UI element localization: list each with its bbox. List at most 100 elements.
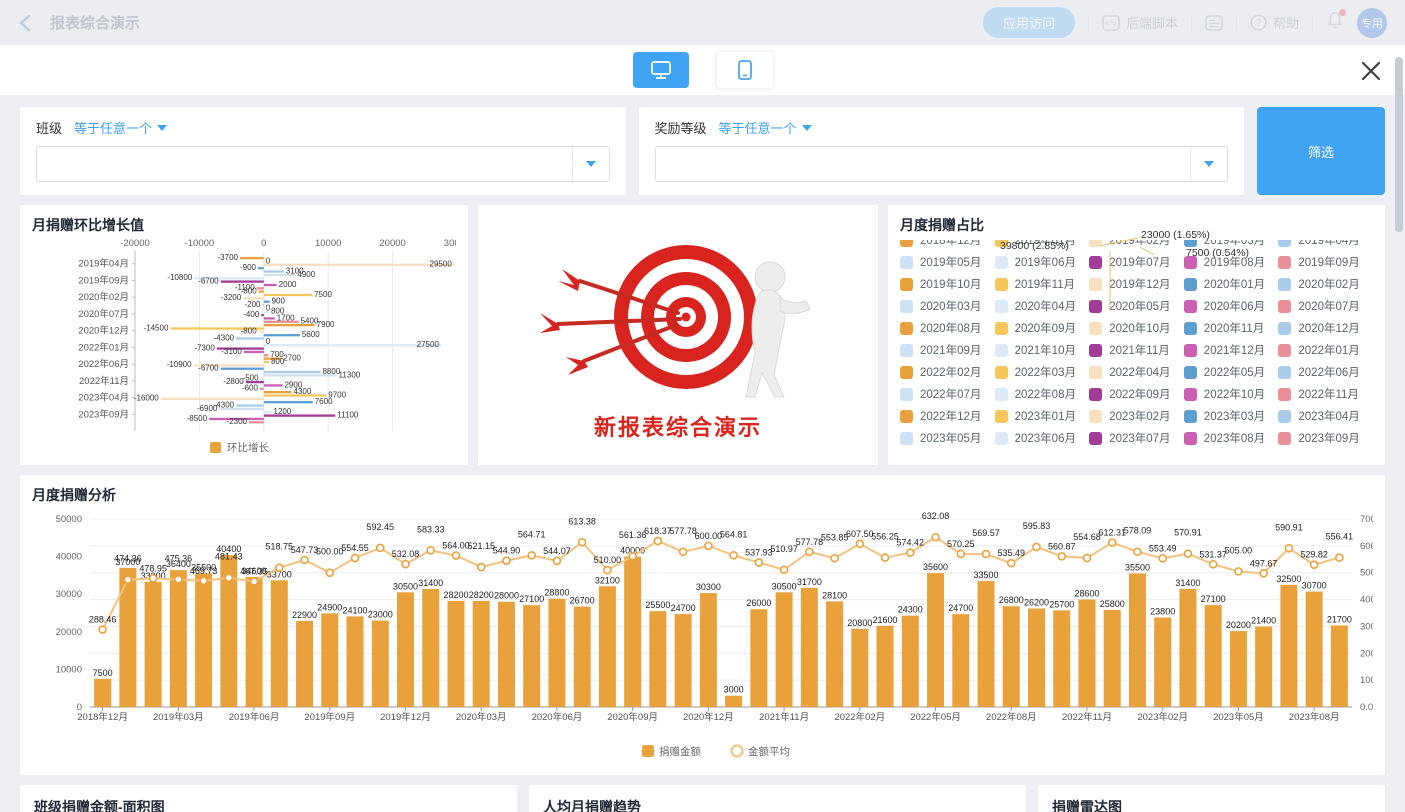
pie-legend-item[interactable]: 2019年12月 xyxy=(1089,273,1184,295)
pie-legend-item[interactable]: 2023年03月 xyxy=(1184,405,1279,427)
avg-point[interactable] xyxy=(553,557,560,564)
avg-point[interactable] xyxy=(882,554,889,561)
donation-bar[interactable] xyxy=(1129,574,1146,707)
growth-bar[interactable] xyxy=(244,351,264,353)
pie-legend-item[interactable]: 2023年02月 xyxy=(1089,405,1184,427)
avg-point[interactable] xyxy=(705,542,712,549)
class-operator-dropdown[interactable]: 等于任意一个 xyxy=(74,118,167,137)
pie-legend-item[interactable]: 2020年07月 xyxy=(1278,295,1373,317)
pie-legend-item[interactable]: 2022年10月 xyxy=(1184,383,1279,405)
avg-point[interactable] xyxy=(1134,548,1141,555)
pie-legend-item[interactable]: 2020年03月 xyxy=(900,295,995,317)
avg-point[interactable] xyxy=(352,555,359,562)
app-access-button[interactable]: 应用访问 xyxy=(983,7,1075,38)
donation-bar[interactable] xyxy=(624,557,641,707)
avg-point[interactable] xyxy=(1210,561,1217,568)
growth-bar[interactable] xyxy=(258,267,264,269)
avg-point[interactable] xyxy=(1008,560,1015,567)
avg-point[interactable] xyxy=(503,557,510,564)
pie-legend-item[interactable]: 2022年04月 xyxy=(1089,361,1184,383)
class-select[interactable] xyxy=(36,146,610,182)
pie-legend-item[interactable]: 2020年10月 xyxy=(1089,317,1184,339)
donation-bar[interactable] xyxy=(473,601,490,707)
avg-point[interactable] xyxy=(326,569,333,576)
pie-legend-item[interactable]: 2023年07月 xyxy=(1089,427,1184,449)
backend-script-button[interactable]: </> 后端脚本 xyxy=(1102,13,1178,32)
pie-legend-item[interactable]: 2019年04月 xyxy=(1278,240,1373,251)
legend-circle[interactable] xyxy=(732,746,743,757)
donation-bar[interactable] xyxy=(1331,625,1348,707)
pie-legend-item[interactable]: 2021年10月 xyxy=(995,339,1090,361)
avatar[interactable]: 专用 xyxy=(1357,8,1387,38)
growth-bar[interactable] xyxy=(264,307,265,309)
pie-legend-item[interactable]: 2022年06月 xyxy=(1278,361,1373,383)
donation-bar[interactable] xyxy=(498,602,515,707)
legend-swatch[interactable] xyxy=(642,745,654,757)
pie-legend-item[interactable]: 2022年02月 xyxy=(900,361,995,383)
avg-point[interactable] xyxy=(251,578,258,585)
avg-point[interactable] xyxy=(831,555,838,562)
avg-point[interactable] xyxy=(957,550,964,557)
pie-legend-item[interactable]: 2023年08月 xyxy=(1184,427,1279,449)
avg-point[interactable] xyxy=(1058,553,1065,560)
donation-bar[interactable] xyxy=(397,592,414,707)
growth-bar[interactable] xyxy=(264,391,292,393)
avg-point[interactable] xyxy=(755,559,762,566)
donation-bar[interactable] xyxy=(700,593,717,707)
pie-legend-item[interactable]: 2020年12月 xyxy=(1278,317,1373,339)
donation-bar[interactable] xyxy=(1028,608,1045,707)
pie-legend-item[interactable]: 2019年11月 xyxy=(995,273,1090,295)
donation-bar[interactable] xyxy=(119,568,136,707)
donation-bar[interactable] xyxy=(978,581,995,707)
donation-bar[interactable] xyxy=(1154,618,1171,707)
growth-bar[interactable] xyxy=(259,291,264,293)
pie-legend-item[interactable]: 2020年06月 xyxy=(1184,295,1279,317)
pie-legend-item[interactable]: 2019年08月 xyxy=(1184,251,1279,273)
growth-bar[interactable] xyxy=(264,321,299,323)
avg-point[interactable] xyxy=(478,564,485,571)
pie-legend-item[interactable]: 2022年08月 xyxy=(995,383,1090,405)
pie-legend-item[interactable]: 2019年05月 xyxy=(900,251,995,273)
donation-bar[interactable] xyxy=(372,621,389,707)
form-icon[interactable] xyxy=(1205,15,1223,31)
avg-point[interactable] xyxy=(1260,570,1267,577)
pie-legend-item[interactable]: 2018年12月 xyxy=(900,240,995,251)
avg-point[interactable] xyxy=(983,551,990,558)
avg-point[interactable] xyxy=(276,564,283,571)
legend-swatch[interactable] xyxy=(210,442,221,453)
avg-point[interactable] xyxy=(604,567,611,574)
avg-point[interactable] xyxy=(1235,568,1242,575)
pie-legend-item[interactable]: 2023年01月 xyxy=(995,405,1090,427)
avg-point[interactable] xyxy=(1109,539,1116,546)
donation-bar[interactable] xyxy=(1053,610,1070,707)
avg-point[interactable] xyxy=(402,561,409,568)
pie-legend-item[interactable]: 2022年03月 xyxy=(995,361,1090,383)
pie-legend-item[interactable]: 2022年05月 xyxy=(1184,361,1279,383)
growth-bar[interactable] xyxy=(221,368,264,370)
avg-point[interactable] xyxy=(200,577,207,584)
donation-bar[interactable] xyxy=(1179,589,1196,707)
close-icon[interactable] xyxy=(1361,61,1381,81)
donation-bar[interactable] xyxy=(750,609,767,707)
growth-bar[interactable] xyxy=(259,331,264,333)
donation-bar[interactable] xyxy=(902,616,919,707)
donation-bar[interactable] xyxy=(296,621,313,707)
avg-point[interactable] xyxy=(629,553,636,560)
donation-bar[interactable] xyxy=(170,570,187,707)
donation-bar[interactable] xyxy=(422,589,439,707)
pie-legend-item[interactable]: 2021年12月 xyxy=(1184,339,1279,361)
donation-bar[interactable] xyxy=(1104,610,1121,707)
growth-bar[interactable] xyxy=(264,311,269,313)
donation-bar[interactable] xyxy=(1230,631,1247,707)
growth-bar[interactable] xyxy=(264,401,313,403)
growth-bar[interactable] xyxy=(263,304,264,306)
growth-bar[interactable] xyxy=(264,317,275,319)
growth-bar[interactable] xyxy=(264,354,269,356)
avg-point[interactable] xyxy=(175,576,182,583)
growth-bar[interactable] xyxy=(264,344,441,346)
growth-bar[interactable] xyxy=(261,314,264,316)
growth-bar[interactable] xyxy=(264,371,321,373)
donation-bar[interactable] xyxy=(321,613,338,707)
pie-legend-item[interactable]: 2022年09月 xyxy=(1089,383,1184,405)
pie-legend-item[interactable]: 2023年06月 xyxy=(995,427,1090,449)
